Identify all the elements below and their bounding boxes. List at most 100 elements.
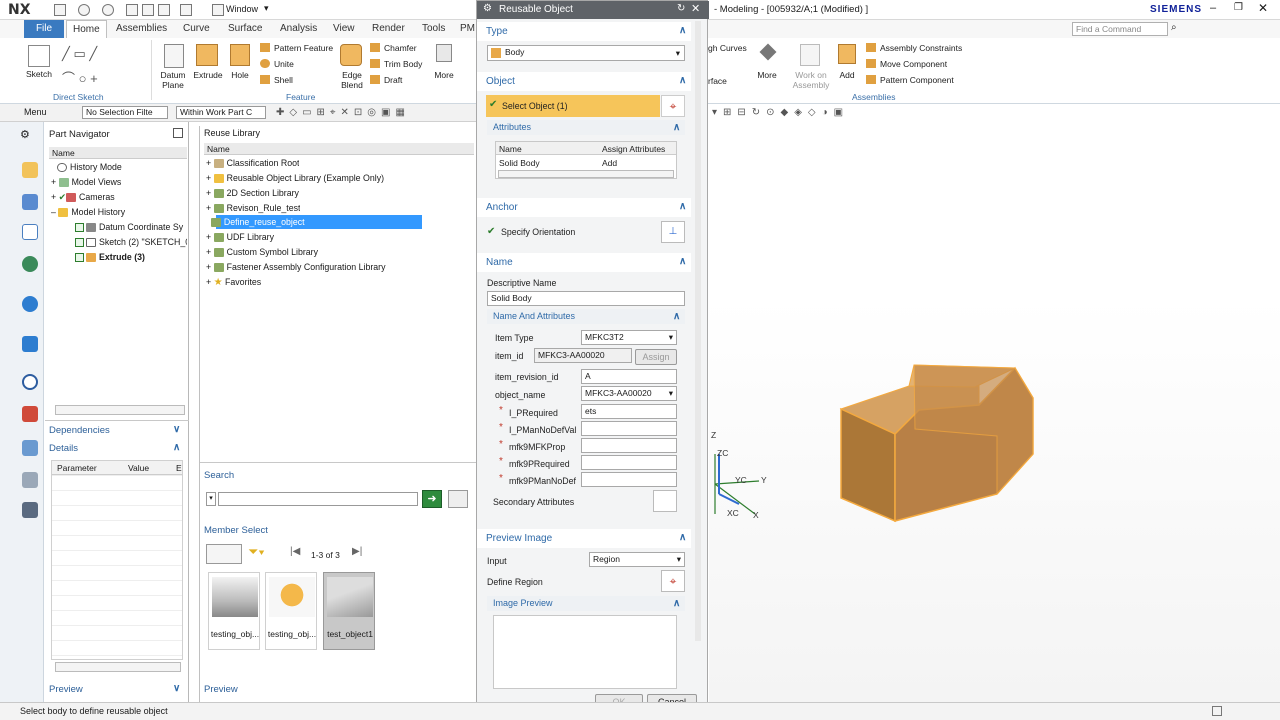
- details-panel-header[interactable]: Details: [45, 441, 78, 456]
- datum-plane-icon[interactable]: [164, 44, 184, 68]
- more-button[interactable]: More: [430, 70, 458, 80]
- horizontal-scrollbar[interactable]: [498, 170, 674, 178]
- tree-item-model-views[interactable]: + Model Views: [51, 175, 121, 190]
- horizontal-scrollbar[interactable]: [55, 662, 181, 672]
- vertical-scrollbar[interactable]: [695, 21, 701, 641]
- library-item-favorites[interactable]: + ★ Favorites: [206, 275, 261, 290]
- search-icon[interactable]: ⌕: [1171, 22, 1177, 33]
- datum-plane-button[interactable]: Datum Plane: [154, 70, 192, 90]
- library-item-2d-section[interactable]: + 2D Section Library: [206, 186, 299, 201]
- chevron-down-icon[interactable]: ∨: [173, 424, 180, 435]
- tree-item-datum-csys[interactable]: Datum Coordinate Sy: [75, 220, 187, 235]
- tab-pm[interactable]: PM: [458, 20, 476, 38]
- command-search-input[interactable]: Find a Command: [1072, 22, 1168, 36]
- process-studio-icon[interactable]: [22, 406, 38, 422]
- tab-tools[interactable]: Tools: [416, 20, 451, 38]
- assistants-icon[interactable]: [22, 502, 38, 518]
- gear-icon[interactable]: ⚙: [20, 128, 30, 141]
- chevron-down-icon[interactable]: ∨: [173, 683, 180, 694]
- chevron-up-icon[interactable]: ∧: [679, 532, 686, 543]
- first-page-button[interactable]: |◀: [290, 546, 300, 557]
- preview-panel-header[interactable]: Preview: [45, 682, 83, 697]
- item-revision-id-input[interactable]: A: [581, 369, 677, 384]
- reuse-library-icon[interactable]: [22, 256, 38, 272]
- add-component-icon[interactable]: [838, 44, 856, 64]
- minimize-button[interactable]: –: [1210, 2, 1216, 14]
- close-icon[interactable]: ✕: [691, 2, 700, 15]
- gear-icon[interactable]: ⚙: [483, 3, 492, 14]
- menu-button[interactable]: Menu: [24, 107, 47, 117]
- tree-item-sketch[interactable]: Sketch (2) "SKETCH_0: [75, 235, 187, 250]
- column-header-value[interactable]: Value: [128, 463, 149, 473]
- assembly-navigator-icon[interactable]: [22, 162, 38, 178]
- item-type-dropdown[interactable]: MFKC3T2 ▾: [581, 330, 677, 345]
- palettes-icon[interactable]: [22, 336, 38, 352]
- mfk9mfkprop-input[interactable]: [581, 438, 677, 453]
- draft-button[interactable]: Draft: [384, 75, 402, 85]
- i-prequired-input[interactable]: ets: [581, 404, 677, 419]
- window-menu[interactable]: Window: [226, 4, 258, 14]
- chevron-up-icon[interactable]: ∧: [679, 75, 686, 86]
- surface-button[interactable]: rface: [708, 76, 727, 86]
- mfk9pmannodef-input[interactable]: [581, 472, 677, 487]
- shell-button[interactable]: Shell: [274, 75, 293, 85]
- chevron-up-icon[interactable]: ∧: [679, 25, 686, 36]
- search-mode-dropdown[interactable]: ▾: [206, 492, 216, 506]
- cut-icon[interactable]: [126, 4, 138, 16]
- clock-icon[interactable]: [22, 374, 38, 390]
- full-screen-icon[interactable]: [1212, 706, 1222, 716]
- member-thumbnail-selected[interactable]: test_object1: [323, 572, 375, 650]
- assembly-constraints-button[interactable]: Assembly Constraints: [880, 43, 962, 53]
- search-input[interactable]: [218, 492, 418, 506]
- clear-search-icon[interactable]: [448, 490, 468, 508]
- column-header-name[interactable]: Name: [499, 144, 522, 154]
- name-and-attributes-subsection-header[interactable]: Name And Attributes: [487, 309, 685, 324]
- pattern-feature-button[interactable]: Pattern Feature: [274, 43, 333, 53]
- library-item-udf[interactable]: + UDF Library: [206, 230, 274, 245]
- part-navigator-icon[interactable]: [22, 224, 38, 240]
- assign-button[interactable]: Assign: [635, 349, 677, 365]
- snap-tools-icon[interactable]: ✚◇▭⊞⌖✕⊡◎▣▦: [276, 107, 410, 118]
- image-preview-subsection-header[interactable]: Image Preview: [487, 596, 685, 611]
- crosshair-icon[interactable]: ⌖: [661, 570, 685, 592]
- tab-view[interactable]: View: [327, 20, 361, 38]
- trim-body-button[interactable]: Trim Body: [384, 59, 422, 69]
- view-mode-dropdown[interactable]: [206, 544, 242, 564]
- copy-icon[interactable]: [142, 4, 154, 16]
- filter-icon[interactable]: ⏷▾: [248, 544, 282, 564]
- maximize-panel-icon[interactable]: [173, 128, 183, 138]
- chevron-up-icon[interactable]: ∧: [673, 598, 680, 609]
- graphics-viewport[interactable]: Z ZC YC Y XC X: [709, 124, 1280, 702]
- name-section-header[interactable]: Name: [477, 253, 691, 272]
- roles-icon[interactable]: [22, 440, 38, 456]
- more-button-2[interactable]: More: [752, 70, 782, 80]
- member-thumbnail[interactable]: testing_obj...: [265, 572, 317, 650]
- redo-icon[interactable]: [102, 4, 114, 16]
- sketch-icon[interactable]: [28, 45, 50, 67]
- crosshair-icon[interactable]: ⌖: [661, 95, 685, 117]
- member-select-panel-header[interactable]: Member Select: [200, 523, 268, 538]
- paste-icon[interactable]: [158, 4, 170, 16]
- hole-button[interactable]: Hole: [226, 70, 254, 80]
- constraint-navigator-icon[interactable]: [22, 194, 38, 210]
- csys-icon[interactable]: ⊥: [661, 221, 685, 243]
- extrude-icon[interactable]: [196, 44, 218, 66]
- checkbox[interactable]: [75, 253, 84, 263]
- chevron-up-icon[interactable]: ∧: [673, 311, 680, 322]
- mfk9prequired-input[interactable]: [581, 455, 677, 470]
- horizontal-scrollbar[interactable]: [55, 405, 185, 415]
- member-thumbnail[interactable]: testing_obj...: [208, 572, 260, 650]
- attribute-name-cell[interactable]: Solid Body: [499, 158, 540, 168]
- view-tools-icon[interactable]: ▾⊞⊟↻⊙◆◈◇◑▣: [712, 107, 849, 118]
- repeat-command-icon[interactable]: [180, 4, 192, 16]
- edge-blend-button[interactable]: Edge Blend: [334, 70, 370, 90]
- input-dropdown[interactable]: Region ▾: [589, 552, 685, 567]
- i-pmannodefval-input[interactable]: [581, 421, 677, 436]
- descriptive-name-input[interactable]: Solid Body: [487, 291, 685, 306]
- tab-curve[interactable]: Curve: [177, 20, 216, 38]
- pattern-component-button[interactable]: Pattern Component: [880, 75, 954, 85]
- chevron-up-icon[interactable]: ∧: [679, 201, 686, 212]
- library-item-fastener-assembly[interactable]: + Fastener Assembly Configuration Librar…: [206, 260, 386, 275]
- curves-button[interactable]: gh Curves: [708, 43, 747, 53]
- tab-home[interactable]: Home: [66, 20, 107, 38]
